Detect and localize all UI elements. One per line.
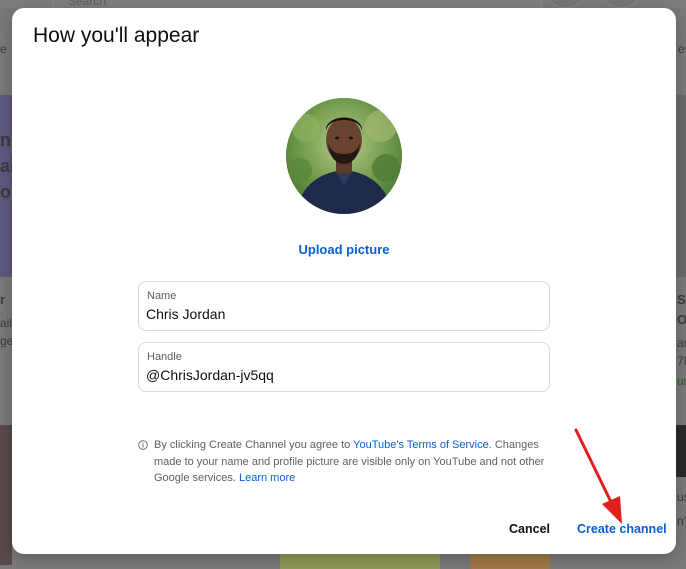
name-input[interactable] — [146, 306, 542, 322]
background-text: n — [0, 130, 11, 150]
create-channel-dialog: How you'll appear Upload picture Name Ch… — [12, 8, 676, 554]
avatar-photo — [286, 98, 402, 214]
name-field-label: Name — [147, 290, 177, 302]
background-text: ail — [0, 316, 13, 330]
background-thumbnail — [280, 554, 440, 569]
background-thumbnail — [470, 554, 550, 569]
create-channel-button[interactable]: Create channel — [577, 522, 667, 536]
background-thumbnail — [0, 425, 12, 565]
handle-input[interactable] — [146, 367, 542, 383]
background-text: r — [0, 292, 6, 307]
dialog-title: How you'll appear — [33, 24, 200, 47]
info-icon — [138, 440, 148, 450]
background-thumbnail — [676, 95, 686, 277]
handle-field[interactable]: Handle — [138, 342, 550, 392]
background-text: ust — [677, 490, 686, 504]
learn-more-link[interactable]: Learn more — [239, 472, 295, 484]
background-text: n' — [677, 514, 686, 528]
terms-disclaimer: By clicking Create Channel you agree to … — [154, 437, 554, 487]
disclaimer-prefix: By clicking Create Channel you agree to — [154, 439, 354, 451]
handle-field-label: Handle — [147, 351, 182, 363]
background-text: 7M — [677, 354, 686, 368]
background-search-placeholder: Search — [68, 0, 107, 8]
background-text: O — [677, 312, 686, 327]
background-thumbnail — [676, 425, 686, 477]
background-text: un — [677, 374, 686, 388]
profile-avatar — [286, 98, 402, 214]
upload-picture-link[interactable]: Upload picture — [12, 242, 676, 257]
name-field[interactable]: Name — [138, 281, 550, 331]
background-text: an — [677, 336, 686, 350]
background-text: o — [0, 182, 11, 202]
cancel-button[interactable]: Cancel — [509, 522, 550, 536]
terms-of-service-link[interactable]: YouTube's Terms of Service — [353, 439, 489, 451]
background-text: Su — [677, 292, 686, 307]
background-text: es — [678, 42, 686, 56]
background-text: e — [0, 42, 7, 56]
